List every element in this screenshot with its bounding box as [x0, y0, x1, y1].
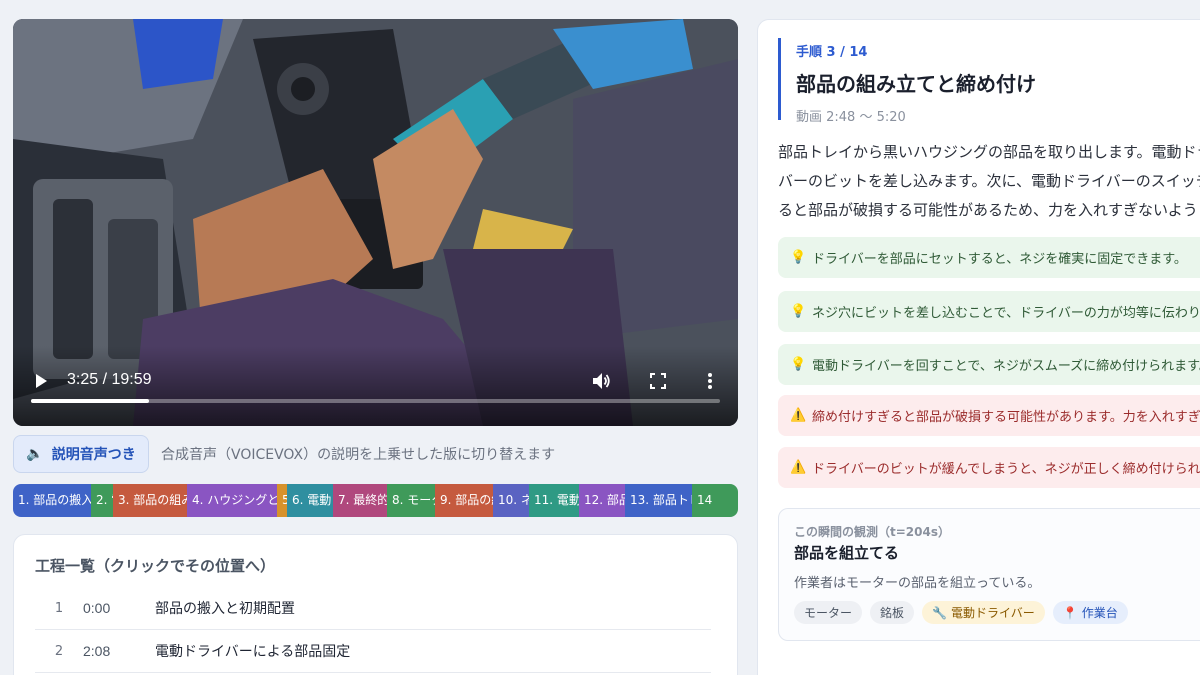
fullscreen-icon[interactable]	[649, 372, 667, 390]
step-description-line: ると部品が破損する可能性があるため、力を入れすぎないよう	[778, 201, 1198, 219]
step-time: 0:00	[83, 600, 111, 616]
location-tag-chip: 📍 作業台	[1052, 601, 1128, 624]
observation-card: この瞬間の観測（t=204s） 部品を組立てる 作業者はモーターの部品を組立って…	[778, 508, 1200, 641]
progress-bar[interactable]	[31, 399, 720, 403]
step-timeline: 1. 部品の搬入2. 電3. 部品の組み立4. ハウジングと締56. 電動7. …	[13, 484, 738, 517]
narration-audio-label: 説明音声つき	[51, 447, 136, 463]
volume-icon[interactable]	[591, 371, 611, 391]
observation-text: 作業者はモーターの部品を組立っている。	[794, 576, 1041, 591]
wrench-icon: 🔧	[932, 605, 947, 620]
lightbulb-icon: 💡	[790, 357, 807, 372]
lightbulb-icon: 💡	[790, 304, 807, 319]
speaker-icon: 🔈	[26, 446, 44, 462]
step-counter: 手順 3 / 14	[796, 45, 868, 60]
video-player[interactable]: 3:25 / 19:59	[13, 19, 738, 426]
tip-text: 電動ドライバーを回すことで、ネジがスムーズに締め付けられます。	[812, 359, 1200, 374]
step-description-line: バーのビットを差し込みます。次に、電動ドライバーのスイッチを	[778, 172, 1200, 190]
observation-label: この瞬間の観測（t=204s）	[794, 525, 950, 539]
timeline-segment[interactable]: 12. 部品	[579, 484, 625, 517]
narration-audio-button[interactable]: 🔈 説明音声つき	[13, 435, 149, 473]
tip-note: 💡 ドライバーを部品にセットすると、ネジを確実に固定できます。	[778, 237, 1200, 278]
timeline-segment[interactable]: 2. 電	[91, 484, 113, 517]
tip-note: 💡 ネジ穴にビットを差し込むことで、ドライバーの力が均等に伝わります。	[778, 291, 1200, 332]
step-list-title: 工程一覧（クリックでその位置へ）	[35, 557, 276, 575]
playback-time: 3:25 / 19:59	[67, 371, 152, 388]
timeline-segment[interactable]: 10. ネ	[493, 484, 529, 517]
tool-tag-chip: 🔧 電動ドライバー	[922, 601, 1045, 624]
timeline-segment[interactable]: 9. 部品の組	[435, 484, 493, 517]
video-controls: 3:25 / 19:59	[13, 346, 738, 426]
tip-text: ネジ穴にビットを差し込むことで、ドライバーの力が均等に伝わります。	[812, 306, 1200, 321]
step-number: 2	[54, 643, 64, 659]
warning-text: ドライバーのビットが緩んでしまうと、ネジが正しく締め付けられません。	[812, 462, 1200, 477]
tip-note: 💡 電動ドライバーを回すことで、ネジがスムーズに締め付けられます。	[778, 344, 1200, 385]
narration-audio-note: 合成音声（VOICEVOX）の説明を上乗せした版に切り替えます	[161, 447, 556, 463]
warning-text: 締め付けすぎると部品が破損する可能性があります。力を入れすぎないでください。	[812, 410, 1200, 425]
warning-icon: ⚠️	[790, 408, 807, 423]
more-options-icon[interactable]	[703, 371, 717, 391]
timeline-segment[interactable]: 6. 電動	[287, 484, 333, 517]
step-label: 電動ドライバーによる部品固定	[155, 644, 351, 660]
step-list-card: 工程一覧（クリックでその位置へ） 1 0:00 部品の搬入と初期配置 2 2:0…	[13, 534, 738, 675]
step-video-range: 動画 2:48 〜 5:20	[796, 110, 906, 125]
progress-fill	[31, 399, 149, 403]
step-header: 手順 3 / 14 部品の組み立てと締め付け 動画 2:48 〜 5:20	[778, 38, 1036, 125]
warning-note: ⚠️ 締め付けすぎると部品が破損する可能性があります。力を入れすぎないでください…	[778, 395, 1200, 436]
lightbulb-icon: 💡	[790, 250, 807, 265]
timeline-segment[interactable]: 3. 部品の組み立	[113, 484, 187, 517]
step-list-item[interactable]: 2 2:08 電動ドライバーによる部品固定	[35, 630, 711, 673]
timeline-segment[interactable]: 13. 部品トレ	[625, 484, 692, 517]
warning-note: ⚠️ ドライバーのビットが緩んでしまうと、ネジが正しく締め付けられません。	[778, 447, 1200, 488]
step-list-item[interactable]: 1 0:00 部品の搬入と初期配置	[35, 587, 711, 630]
step-number: 1	[54, 600, 64, 616]
step-description: 部品トレイから黒いハウジングの部品を取り出します。電動ドライ バーのビットを差し…	[778, 138, 1200, 225]
play-icon[interactable]	[33, 373, 49, 389]
timeline-segment[interactable]: 5	[277, 484, 287, 517]
tag-chip: モーター	[794, 601, 863, 624]
step-description-line: 部品トレイから黒いハウジングの部品を取り出します。電動ドライ	[778, 143, 1200, 161]
tool-tag-label: 電動ドライバー	[950, 606, 1035, 620]
step-label: 部品の搬入と初期配置	[155, 601, 295, 617]
observation-title: 部品を組立てる	[794, 544, 900, 562]
pin-icon: 📍	[1062, 605, 1078, 620]
step-detail-panel: 手順 3 / 14 部品の組み立てと締め付け 動画 2:48 〜 5:20 部品…	[757, 19, 1200, 675]
location-tag-label: 作業台	[1081, 606, 1118, 620]
tip-text: ドライバーを部品にセットすると、ネジを確実に固定できます。	[812, 252, 1187, 267]
timeline-segment[interactable]: 8. モータ	[387, 484, 435, 517]
step-title: 部品の組み立てと締め付け	[796, 72, 1036, 96]
timeline-segment[interactable]: 1. 部品の搬入	[13, 484, 91, 517]
step-time: 2:08	[83, 643, 111, 659]
observation-tags: モーター 銘板 🔧 電動ドライバー 📍 作業台	[794, 601, 1128, 624]
timeline-segment[interactable]: 14	[692, 484, 738, 517]
warning-icon: ⚠️	[790, 460, 807, 475]
timeline-segment[interactable]: 7. 最終的	[333, 484, 387, 517]
tag-chip: 銘板	[870, 601, 915, 624]
timeline-segment[interactable]: 4. ハウジングと締	[187, 484, 277, 517]
timeline-segment[interactable]: 11. 電動	[529, 484, 579, 517]
